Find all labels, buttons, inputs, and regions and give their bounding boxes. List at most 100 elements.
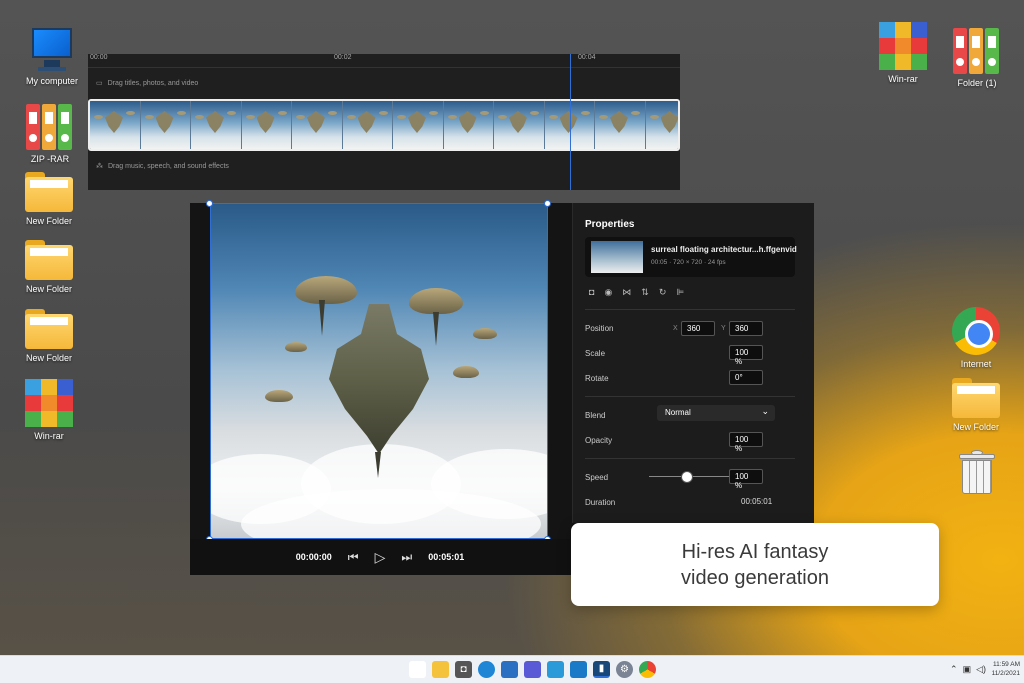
- x-label: X: [673, 325, 678, 332]
- rotate-icon[interactable]: ↻: [659, 287, 667, 298]
- taskbar: ◘ ▮ ⚙ ⌃ ▣ ◁) 11:59 AM 11/2/2021: [0, 655, 1024, 683]
- folder-icon: [952, 378, 1000, 418]
- rotate-input[interactable]: 0°: [729, 370, 763, 385]
- rotate-label: Rotate: [585, 374, 609, 383]
- flip-icon[interactable]: ⇅: [641, 287, 649, 298]
- properties-title: Properties: [585, 219, 635, 230]
- audio-track-hint: Drag music, speech, and sound effects: [108, 162, 229, 170]
- computer-icon: [28, 28, 76, 72]
- skip-back-button[interactable]: ⏮: [348, 550, 359, 565]
- folder-icon: [25, 309, 73, 349]
- blend-value: Normal: [665, 408, 691, 417]
- binders-icon: [26, 102, 74, 150]
- duration-label: Duration: [585, 498, 616, 507]
- snapshot-icon[interactable]: ◘: [589, 287, 594, 298]
- chrome-icon[interactable]: [639, 661, 656, 678]
- clock-time: 11:59 AM: [993, 661, 1020, 668]
- chevron-up-icon[interactable]: ⌃: [950, 664, 958, 675]
- clip-name: surreal floating architectur...h.ffgenvi…: [651, 245, 797, 254]
- system-tray: ⌃ ▣ ◁): [950, 664, 986, 675]
- skip-forward-button[interactable]: ⏭: [401, 550, 412, 565]
- desktop-icon-win-rar-right[interactable]: Win-rar: [863, 22, 943, 84]
- desktop-icon-label: Folder (1): [957, 78, 997, 88]
- clock-date: 11/2/2021: [991, 670, 1020, 677]
- speed-input[interactable]: 100 %: [729, 469, 763, 490]
- folder-icon: [25, 240, 73, 280]
- desktop-icon-new-folder-right[interactable]: New Folder: [936, 378, 1016, 432]
- settings-icon[interactable]: ⚙: [616, 661, 633, 678]
- speed-label: Speed: [585, 473, 609, 482]
- desktop-icon-new-folder-1[interactable]: New Folder: [9, 172, 89, 226]
- resize-handle[interactable]: [206, 200, 213, 207]
- split-icon[interactable]: ⋈: [622, 287, 631, 298]
- store-icon[interactable]: [501, 661, 518, 678]
- opacity-label: Opacity: [585, 436, 613, 445]
- desktop-icon-label: Win-rar: [888, 74, 918, 84]
- volume-icon[interactable]: ◁): [976, 664, 986, 675]
- winrar-icon: [879, 22, 927, 70]
- desktop-icon-label: Internet: [960, 359, 992, 369]
- network-icon[interactable]: ▣: [963, 664, 972, 675]
- edge-icon[interactable]: [478, 661, 495, 678]
- taskbar-clock[interactable]: 11:59 AM 11/2/2021: [992, 660, 1020, 678]
- opacity-input[interactable]: 100 %: [729, 432, 763, 453]
- ruler-tick: 00:02: [334, 54, 352, 61]
- position-label: Position: [585, 324, 614, 333]
- desktop-icon-zip-rar[interactable]: ZIP -RAR: [10, 102, 90, 164]
- caption-line-1: Hi-res AI fantasy: [681, 540, 829, 563]
- promo-caption: Hi-res AI fantasy video generation: [571, 523, 939, 606]
- properties-panel: Properties surreal floating architectur.…: [572, 203, 814, 523]
- resize-handle[interactable]: [544, 200, 551, 207]
- align-icon[interactable]: ⊫: [676, 287, 684, 298]
- binders-icon: [953, 26, 1001, 74]
- folder-icon: [25, 172, 73, 212]
- desktop-icon-win-rar[interactable]: Win-rar: [9, 379, 89, 441]
- playback-controls: 00:00:00 ⏮ ▷ ⏭ 00:05:01: [190, 539, 570, 575]
- caption-line-2: video generation: [681, 566, 829, 589]
- timeline-ruler[interactable]: 00:00 00:02 00:04: [88, 54, 680, 68]
- text-track-hint: Drag titles, photos, and video: [107, 79, 199, 87]
- floating-castle: [329, 304, 429, 454]
- video-clip[interactable]: [88, 99, 680, 151]
- current-time: 00:00:00: [295, 552, 332, 562]
- position-x-input[interactable]: 360: [681, 321, 715, 336]
- video-preview[interactable]: [210, 203, 548, 539]
- duration-value: 00:05:01: [741, 497, 773, 506]
- chevron-down-icon: ⌄: [761, 406, 769, 416]
- start-button[interactable]: [409, 661, 426, 678]
- audio-track[interactable]: ⁂ Drag music, speech, and sound effects: [88, 151, 680, 181]
- chrome-icon: [952, 307, 1000, 355]
- text-track[interactable]: ▭ Drag titles, photos, and video: [88, 68, 680, 98]
- position-y-input[interactable]: 360: [729, 321, 763, 336]
- ruler-tick: 00:00: [90, 54, 108, 61]
- desktop-icon-my-computer[interactable]: My computer: [12, 28, 92, 86]
- file-explorer-icon[interactable]: [432, 661, 449, 678]
- desktop-icon-internet[interactable]: Internet: [936, 307, 1016, 369]
- scale-input[interactable]: 100 %: [729, 345, 763, 366]
- taskbar-apps: ◘ ▮ ⚙: [409, 661, 656, 678]
- desktop-icon-label: Win-rar: [34, 431, 64, 441]
- audio-wave-icon: ⁂: [96, 163, 103, 170]
- clip-toolbar: ◘ ◉ ⋈ ⇅ ↻ ⊫: [589, 287, 684, 298]
- playhead[interactable]: [570, 54, 571, 190]
- clip-thumbnail: [591, 241, 643, 273]
- desktop-icon-recycle-bin[interactable]: [937, 450, 1017, 494]
- desktop-icon-label: New Folder: [25, 353, 72, 363]
- blend-select[interactable]: Normal ⌄: [657, 405, 775, 421]
- editor-app-icon[interactable]: [570, 661, 587, 678]
- filter-icon[interactable]: ◉: [604, 287, 612, 298]
- desktop-icon-new-folder-2[interactable]: New Folder: [9, 240, 89, 294]
- camera-icon[interactable]: ◘: [455, 661, 472, 678]
- desktop-icon-folder-1[interactable]: Folder (1): [937, 26, 1017, 88]
- desktop-icon-label: New Folder: [25, 284, 72, 294]
- speed-slider-knob[interactable]: [681, 471, 693, 483]
- video-editor-icon[interactable]: ▮: [593, 661, 610, 678]
- desktop-icon-label: ZIP -RAR: [30, 154, 70, 164]
- teams-icon[interactable]: [524, 661, 541, 678]
- blend-label: Blend: [585, 411, 606, 420]
- clip-card[interactable]: surreal floating architectur...h.ffgenvi…: [585, 237, 797, 277]
- photos-icon[interactable]: [547, 661, 564, 678]
- play-button[interactable]: ▷: [375, 549, 386, 566]
- desktop-icon-new-folder-3[interactable]: New Folder: [9, 309, 89, 363]
- desktop-icon-label: New Folder: [25, 216, 72, 226]
